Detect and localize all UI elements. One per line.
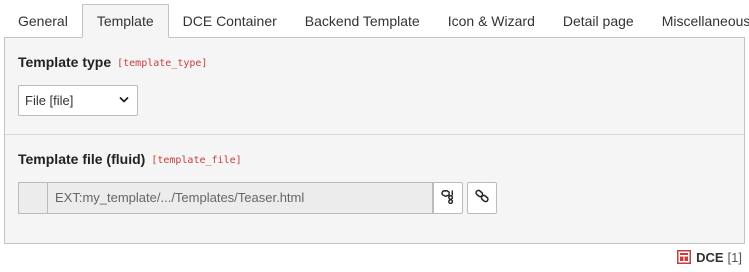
- template-type-section: Template type [template_type] File [file]: [5, 38, 744, 135]
- template-file-field-name: [template_file]: [151, 155, 242, 166]
- template-type-label: Template type [template_type]: [18, 54, 207, 70]
- template-file-section: Template file (fluid) [template_file] EXT…: [5, 135, 744, 244]
- record-info: DCE [1]: [677, 248, 742, 266]
- record-uid: [1]: [727, 249, 742, 265]
- dce-record-icon: [677, 250, 692, 264]
- tab-bar: General Template DCE Container Backend T…: [4, 4, 749, 38]
- tab-general[interactable]: General: [4, 4, 82, 37]
- tab-detail-page[interactable]: Detail page: [549, 4, 648, 37]
- tab-panel-template: Template type [template_type] File [file]…: [4, 38, 745, 244]
- chevron-down-icon: [119, 86, 129, 115]
- template-file-wizard-button[interactable]: [433, 182, 463, 214]
- template-type-select[interactable]: File [file]: [18, 85, 138, 116]
- tab-miscellaneous[interactable]: Miscellaneous: [648, 4, 749, 37]
- template-file-link-button[interactable]: [467, 182, 497, 214]
- tab-template[interactable]: Template: [81, 4, 169, 38]
- template-file-label: Template file (fluid) [template_file]: [18, 151, 242, 167]
- template-file-input-group: EXT:my_template/.../Templates/Teaser.htm…: [18, 182, 433, 214]
- template-file-input[interactable]: EXT:my_template/.../Templates/Teaser.htm…: [48, 183, 432, 213]
- template-file-input-prefix: [19, 183, 48, 213]
- template-type-field-name: [template_type]: [117, 58, 208, 69]
- tab-backend-template[interactable]: Backend Template: [291, 4, 434, 37]
- template-file-label-text: Template file (fluid): [18, 151, 146, 167]
- record-name: DCE: [696, 249, 724, 265]
- template-type-label-text: Template type: [18, 54, 112, 70]
- tab-dce-container[interactable]: DCE Container: [169, 4, 291, 37]
- template-type-selected-value: File [file]: [25, 93, 74, 108]
- wizard-icon: [440, 188, 456, 209]
- link-icon: [474, 188, 490, 209]
- tab-icon-wizard[interactable]: Icon & Wizard: [434, 4, 549, 37]
